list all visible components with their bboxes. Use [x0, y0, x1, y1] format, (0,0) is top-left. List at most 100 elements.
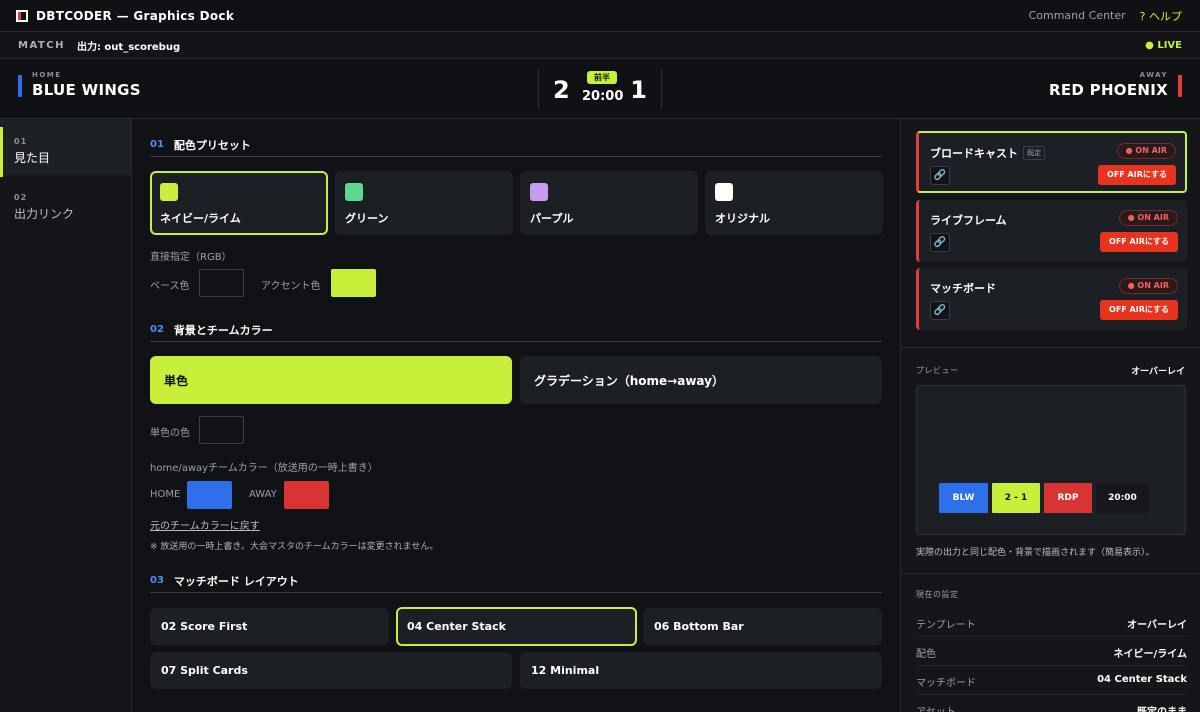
- preset-label: パープル: [530, 212, 574, 225]
- current-settings-label: 現在の設定: [916, 590, 959, 599]
- section-palette-header: 01 配色プリセット: [150, 133, 882, 157]
- home-side-label: HOME: [32, 71, 62, 79]
- section-number: 01: [150, 139, 164, 150]
- away-color-picker[interactable]: [284, 481, 329, 509]
- preset-label: グリーン: [345, 212, 389, 225]
- right-panel: ブロードキャスト 既定 ● ON AIR 🔗 OFF AIRにする ライブフレー…: [900, 119, 1200, 712]
- preview-canvas: BLW 2 - 1 RDP 20:00: [916, 385, 1186, 535]
- home-team: HOME BLUE WINGS: [18, 71, 141, 99]
- preview-clock: 20:00: [1096, 483, 1149, 513]
- direct-rgb-label: 直接指定（RGB）: [150, 252, 232, 263]
- scoreboard: HOME BLUE WINGS 2 前半 20:00 1 AWAY RED PH…: [0, 59, 1200, 119]
- preset-navy-lime[interactable]: ネイビー/ライム: [150, 171, 328, 235]
- preview-home-abbr: BLW: [939, 483, 988, 513]
- section-layout-header: 03 マッチボード レイアウト: [150, 569, 882, 593]
- output-card-liveframe: ライブフレーム ● ON AIR 🔗 OFF AIRにする: [916, 200, 1187, 262]
- layout-02-score-first[interactable]: 02 Score First: [150, 608, 389, 645]
- settings-value: 既定のまま: [1137, 703, 1187, 712]
- on-air-badge: ● ON AIR: [1118, 278, 1178, 294]
- preset-swatch: [345, 183, 363, 201]
- on-air-badge: ● ON AIR: [1118, 210, 1178, 226]
- preset-swatch: [160, 183, 178, 201]
- base-color-picker[interactable]: [199, 269, 244, 297]
- settings-value: 04 Center Stack: [1097, 674, 1187, 685]
- preset-green[interactable]: グリーン: [335, 171, 513, 235]
- preview-caption: 実際の出力と同じ配色・背景で描画されます（簡易表示）。: [916, 548, 1155, 558]
- preview-label: プレビュー: [916, 366, 959, 375]
- solid-color-picker[interactable]: [199, 416, 244, 444]
- home-score: 2: [553, 76, 570, 104]
- output-name: 出力: out_scorebug: [76, 41, 181, 53]
- background-gradient-option[interactable]: グラデーション（home→away）: [520, 356, 882, 404]
- app-title: DBTCODER — Graphics Dock: [36, 8, 235, 23]
- settings-row: テンプレート オーバーレイ: [916, 608, 1187, 637]
- match-label: MATCH: [18, 39, 65, 51]
- section-title: マッチボード レイアウト: [173, 574, 299, 588]
- away-color-label: AWAY: [249, 489, 277, 500]
- app-logo-icon: [16, 9, 28, 22]
- settings-key: 配色: [916, 649, 936, 660]
- away-team-name: RED PHOENIX: [1048, 81, 1168, 99]
- game-clock: 20:00: [582, 89, 624, 104]
- link-icon[interactable]: 🔗: [930, 301, 950, 320]
- preset-swatch: [715, 183, 733, 201]
- team-colors-label: home/awayチームカラー（放送用の一時上書き）: [150, 463, 378, 474]
- preset-purple[interactable]: パープル: [520, 171, 698, 235]
- accent-color-label: アクセント色: [261, 281, 321, 292]
- home-color-picker[interactable]: [187, 481, 232, 509]
- section-title: 配色プリセット: [173, 138, 251, 152]
- nav-item-label: 出力リンク: [14, 207, 75, 221]
- settings-row: 配色 ネイビー/ライム: [916, 637, 1187, 666]
- home-team-name: BLUE WINGS: [32, 81, 141, 99]
- settings-row: マッチボード 04 Center Stack: [916, 666, 1187, 695]
- away-team: AWAY RED PHOENIX: [1048, 71, 1183, 99]
- divider: [901, 347, 1200, 348]
- preset-original[interactable]: オリジナル: [705, 171, 883, 235]
- settings-value: ネイビー/ライム: [1113, 649, 1187, 660]
- layout-04-center-stack[interactable]: 04 Center Stack: [396, 607, 637, 646]
- default-tag: 既定: [1023, 146, 1045, 160]
- settings-key: マッチボード: [916, 678, 976, 689]
- accent-color-picker[interactable]: [331, 269, 376, 297]
- settings-key: テンプレート: [916, 620, 976, 631]
- layout-06-bottom-bar[interactable]: 06 Bottom Bar: [643, 608, 882, 645]
- help-link[interactable]: ? ヘルプ: [1140, 8, 1182, 24]
- on-air-badge: ● ON AIR: [1116, 143, 1176, 159]
- live-indicator: ● LIVE: [1145, 39, 1182, 51]
- main-panel: 01 配色プリセット ネイビー/ライム グリーン パープル オリジナル 直接指定…: [132, 119, 900, 712]
- settings-row: アセット 既定のまま: [916, 695, 1187, 712]
- preview-away-abbr: RDP: [1044, 483, 1092, 513]
- home-color-label: HOME: [150, 489, 181, 500]
- link-icon[interactable]: 🔗: [930, 233, 950, 252]
- output-card-matchboard: マッチボード ● ON AIR 🔗 OFF AIRにする: [916, 268, 1187, 330]
- off-air-button[interactable]: OFF AIRにする: [1100, 232, 1178, 252]
- preset-swatch: [530, 183, 548, 201]
- off-air-button[interactable]: OFF AIRにする: [1100, 300, 1178, 320]
- off-air-button[interactable]: OFF AIRにする: [1098, 165, 1176, 185]
- top-bar: DBTCODER — Graphics Dock Command Center …: [0, 0, 1200, 32]
- nav-item-number: 01: [14, 137, 28, 146]
- match-bar: MATCH 出力: out_scorebug ● LIVE: [0, 32, 1200, 59]
- preset-label: オリジナル: [715, 212, 770, 225]
- layout-07-split-cards[interactable]: 07 Split Cards: [150, 652, 512, 689]
- nav-item-output-links[interactable]: 02 出力リンク: [0, 175, 131, 231]
- settings-value: オーバーレイ: [1127, 620, 1187, 631]
- preset-label: ネイビー/ライム: [160, 212, 241, 225]
- preview-mode: オーバーレイ: [1131, 367, 1185, 377]
- command-center-link[interactable]: Command Center: [1029, 9, 1126, 22]
- background-solid-option[interactable]: 単色: [150, 356, 512, 404]
- reset-team-colors-link[interactable]: 元のチームカラーに戻す: [150, 517, 260, 532]
- section-number: 03: [150, 575, 164, 586]
- output-card-broadcast: ブロードキャスト 既定 ● ON AIR 🔗 OFF AIRにする: [916, 131, 1187, 193]
- divider: [901, 573, 1200, 574]
- nav-item-label: 見た目: [14, 151, 51, 165]
- solid-color-label: 単色の色: [150, 428, 190, 439]
- link-icon[interactable]: 🔗: [930, 166, 950, 185]
- layout-12-minimal[interactable]: 12 Minimal: [520, 652, 882, 689]
- left-nav: 01 見た目 02 出力リンク: [0, 119, 132, 712]
- output-name: マッチボード: [930, 282, 996, 295]
- nav-item-appearance[interactable]: 01 見た目: [0, 119, 131, 177]
- away-score: 1: [630, 76, 647, 104]
- settings-key: アセット: [916, 703, 956, 712]
- section-title: 背景とチームカラー: [173, 323, 273, 337]
